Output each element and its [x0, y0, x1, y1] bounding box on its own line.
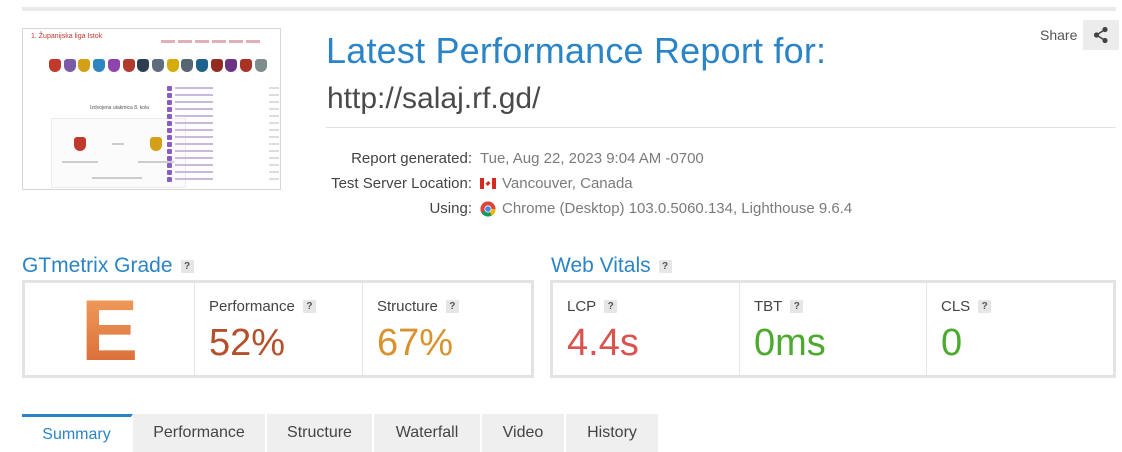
tab-performance[interactable]: Performance [133, 414, 267, 452]
report-generated-value: Tue, Aug 22, 2023 9:04 AM -0700 [480, 150, 704, 167]
tbt-cell: TBT ? 0ms [740, 283, 927, 375]
header-divider [326, 127, 1116, 128]
gtmetrix-grade-title: GTmetrix Grade [22, 254, 173, 277]
chrome-icon [480, 201, 496, 217]
tbt-label: TBT [754, 298, 783, 315]
lcp-value: 4.4s [567, 322, 639, 364]
cls-help-icon[interactable]: ? [978, 300, 992, 313]
grade-cell: E [25, 283, 195, 377]
share-control[interactable]: Share [1040, 20, 1120, 50]
performance-cell: Performance ? 52% [195, 283, 363, 375]
meta-row-location: Test Server Location: Vancouver, Canada [300, 171, 920, 196]
cls-value: 0 [941, 322, 963, 364]
web-vitals-title: Web Vitals [551, 254, 651, 277]
thumbnail-site-title: 1. Županijska liga Istok [31, 33, 103, 40]
test-location-value: Vancouver, Canada [502, 175, 633, 192]
tab-history[interactable]: History [566, 414, 658, 452]
gtmetrix-grade-panel: E Performance ? 52% Structure ? 67% [22, 280, 534, 378]
performance-label: Performance [209, 298, 295, 315]
tab-waterfall[interactable]: Waterfall [374, 414, 482, 452]
gtmetrix-grade-heading: GTmetrix Grade ? [22, 254, 194, 278]
report-url[interactable]: http://salaj.rf.gd/ [327, 82, 540, 116]
structure-help-icon[interactable]: ? [445, 300, 459, 313]
page-screenshot-thumbnail[interactable]: 1. Županijska liga Istok Izdvojena utakm… [22, 28, 281, 190]
tbt-value: 0ms [754, 322, 826, 364]
thumbnail-club-logos [49, 59, 267, 73]
using-value: Chrome (Desktop) 103.0.5060.134, Lightho… [502, 200, 853, 217]
share-icon [1094, 26, 1108, 44]
performance-help-icon[interactable]: ? [302, 300, 316, 313]
thumbnail-nav [161, 40, 279, 44]
lcp-help-icon[interactable]: ? [604, 300, 618, 313]
canada-flag-icon [480, 178, 496, 189]
report-title: Latest Performance Report for: [326, 30, 827, 71]
performance-value: 52% [209, 322, 286, 364]
top-divider [22, 7, 1116, 11]
web-vitals-help-icon[interactable]: ? [658, 259, 672, 273]
tab-video[interactable]: Video [482, 414, 566, 452]
web-vitals-panel: LCP ? 4.4s TBT ? 0ms CLS ? 0 [550, 280, 1116, 378]
grade-help-icon[interactable]: ? [180, 259, 194, 273]
using-label: Using: [429, 200, 472, 217]
share-label: Share [1040, 27, 1078, 43]
tab-structure[interactable]: Structure [267, 414, 374, 452]
test-location-label: Test Server Location: [331, 175, 472, 192]
meta-row-using: Using: Chrome (Desktop) 103.0.5060.134, … [300, 196, 920, 221]
share-button[interactable] [1083, 20, 1120, 50]
structure-value: 67% [377, 322, 454, 364]
structure-cell: Structure ? 67% [363, 283, 531, 375]
report-meta: Report generated: Tue, Aug 22, 2023 9:04… [300, 146, 920, 221]
cls-label: CLS [941, 298, 971, 315]
tbt-help-icon[interactable]: ? [790, 300, 804, 313]
lcp-cell: LCP ? 4.4s [553, 283, 740, 375]
meta-row-generated: Report generated: Tue, Aug 22, 2023 9:04… [300, 146, 920, 171]
grade-letter: E [25, 285, 194, 377]
cls-cell: CLS ? 0 [927, 283, 1113, 375]
thumbnail-featured-match: Izdvojena utakmica 8. kola [51, 105, 186, 188]
report-generated-label: Report generated: [351, 150, 472, 167]
structure-label: Structure [377, 298, 438, 315]
tab-summary[interactable]: Summary [22, 414, 133, 452]
report-tabs: Summary Performance Structure Waterfall … [22, 414, 658, 452]
thumbnail-standings-table [167, 85, 279, 189]
lcp-label: LCP [567, 298, 597, 315]
web-vitals-heading: Web Vitals ? [551, 254, 672, 278]
